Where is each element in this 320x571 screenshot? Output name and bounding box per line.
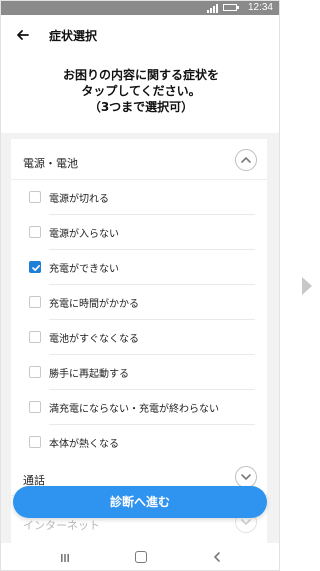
- symptom-option-5[interactable]: 電池がすぐなくなる: [23, 320, 255, 355]
- recents-icon[interactable]: [59, 552, 71, 564]
- battery-icon: [223, 4, 239, 11]
- symptom-option-6[interactable]: 勝手に再起動する: [23, 355, 255, 390]
- nav-back-icon[interactable]: [211, 551, 223, 563]
- symptom-option-label: 充電ができない: [49, 264, 119, 275]
- checkbox[interactable]: [29, 226, 41, 238]
- symptom-card: 電源・電池 電源が切れる 電源が入らない 充電ができない 充電に時間がかかる 電…: [11, 139, 267, 543]
- symptom-option-label: 電池がすぐなくなる: [49, 334, 139, 345]
- symptom-option-1[interactable]: 電源が切れる: [23, 180, 255, 215]
- back-arrow-icon[interactable]: [13, 25, 33, 45]
- proceed-to-diagnosis-button[interactable]: 診断へ進む: [13, 486, 267, 518]
- section-title-internet[interactable]: インターネット: [23, 517, 100, 533]
- home-icon[interactable]: [135, 551, 147, 563]
- symptom-option-8[interactable]: 本体が熱くなる: [23, 425, 255, 460]
- instruction-line-2: タップしてください。: [81, 84, 201, 98]
- expand-button[interactable]: [235, 466, 257, 488]
- symptom-list-area: 電源・電池 電源が切れる 電源が入らない 充電ができない 充電に時間がかかる 電…: [1, 133, 279, 543]
- symptom-option-label: 電源が切れる: [49, 194, 109, 205]
- symptom-option-label: 電源が入らない: [49, 229, 119, 240]
- symptom-option-label: 勝手に再起動する: [49, 369, 129, 380]
- navigation-bar: [1, 543, 279, 570]
- phone-screen: 12:34 症状選択 お困りの内容に関する症状を タップしてください。 （3つま…: [0, 0, 280, 571]
- symptom-option-4[interactable]: 充電に時間がかかる: [23, 285, 255, 320]
- symptom-option-label: 本体が熱くなる: [49, 439, 119, 450]
- chevron-up-icon: [241, 157, 251, 163]
- next-arrow-icon: [302, 277, 312, 295]
- status-bar: 12:34: [1, 1, 279, 15]
- symptom-option-2[interactable]: 電源が入らない: [23, 215, 255, 250]
- checkbox[interactable]: [29, 331, 41, 343]
- symptom-option-7[interactable]: 満充電にならない・充電が終わらない: [23, 390, 255, 425]
- collapse-button[interactable]: [235, 149, 257, 171]
- status-time: 12:34: [247, 2, 273, 13]
- checkbox[interactable]: [29, 436, 41, 448]
- symptom-option-label: 充電に時間がかかる: [49, 299, 139, 310]
- checkbox-checked[interactable]: [29, 261, 41, 273]
- app-bar: 症状選択: [1, 15, 279, 59]
- checkbox[interactable]: [29, 401, 41, 413]
- chevron-down-icon: [241, 474, 251, 480]
- instruction-line-1: お困りの内容に関する症状を: [62, 68, 219, 82]
- page-title: 症状選択: [49, 29, 98, 43]
- checkbox[interactable]: [29, 366, 41, 378]
- signal-icon: [207, 4, 218, 13]
- symptom-option-3[interactable]: 充電ができない: [23, 250, 255, 285]
- instructions: お困りの内容に関する症状を タップしてください。 （3つまで選択可）: [1, 59, 279, 133]
- checkbox[interactable]: [29, 191, 41, 203]
- checkmark-icon: [32, 265, 40, 271]
- instruction-line-3: （3つまで選択可）: [88, 100, 194, 114]
- checkbox[interactable]: [29, 296, 41, 308]
- symptom-option-label: 満充電にならない・充電が終わらない: [49, 404, 219, 415]
- section-title-power[interactable]: 電源・電池: [23, 155, 78, 171]
